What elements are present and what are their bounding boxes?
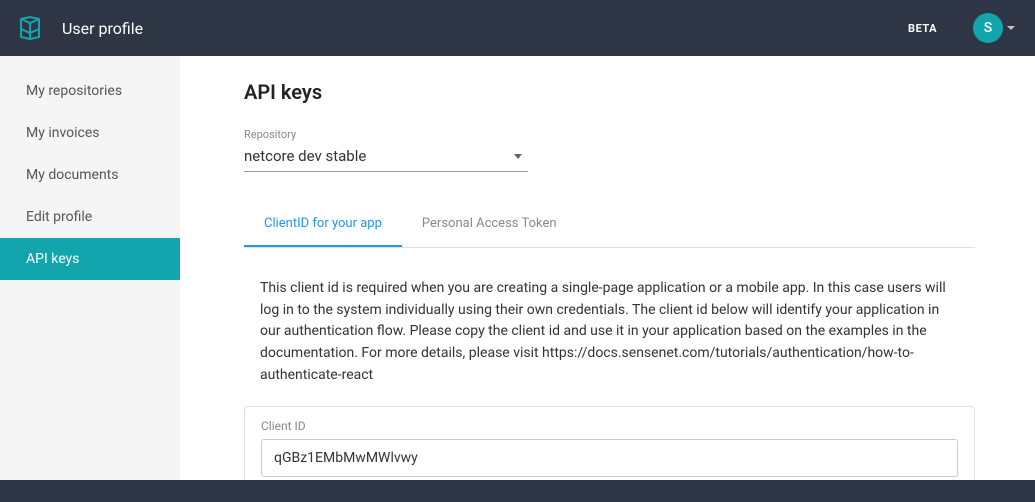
logo-area: User profile [16, 14, 143, 42]
repository-select[interactable]: netcore dev stable [244, 143, 528, 172]
footer-bar [0, 480, 1035, 502]
sidebar-item-api-keys[interactable]: API keys [0, 238, 180, 280]
tab-personal-access-token[interactable]: Personal Access Token [402, 202, 577, 247]
main-content: API keys Repository netcore dev stable C… [180, 56, 1035, 480]
chevron-down-icon [1007, 26, 1015, 30]
avatar: S [973, 13, 1003, 43]
client-id-label: Client ID [261, 419, 958, 433]
repository-select-wrapper: Repository netcore dev stable [244, 128, 975, 172]
sidebar-item-my-repositories[interactable]: My repositories [0, 70, 180, 112]
client-id-card: Client ID [244, 406, 975, 480]
user-menu-button[interactable]: S [973, 13, 1015, 43]
dropdown-arrow-icon [514, 154, 522, 159]
page-title: API keys [244, 80, 975, 104]
sidebar-item-my-documents[interactable]: My documents [0, 154, 180, 196]
tab-description: This client id is required when you are … [244, 268, 975, 406]
app-header: User profile BETA S [0, 0, 1035, 56]
sidebar: My repositories My invoices My documents… [0, 56, 180, 480]
tab-client-id[interactable]: ClientID for your app [244, 202, 402, 247]
app-logo-icon[interactable] [16, 14, 44, 42]
tabs: ClientID for your app Personal Access To… [244, 202, 975, 248]
beta-badge: BETA [908, 22, 937, 35]
sidebar-item-my-invoices[interactable]: My invoices [0, 112, 180, 154]
page-header-title: User profile [62, 19, 143, 38]
sidebar-item-edit-profile[interactable]: Edit profile [0, 196, 180, 238]
repository-select-value: netcore dev stable [244, 147, 366, 165]
repository-select-label: Repository [244, 128, 975, 141]
client-id-input[interactable] [261, 439, 958, 477]
